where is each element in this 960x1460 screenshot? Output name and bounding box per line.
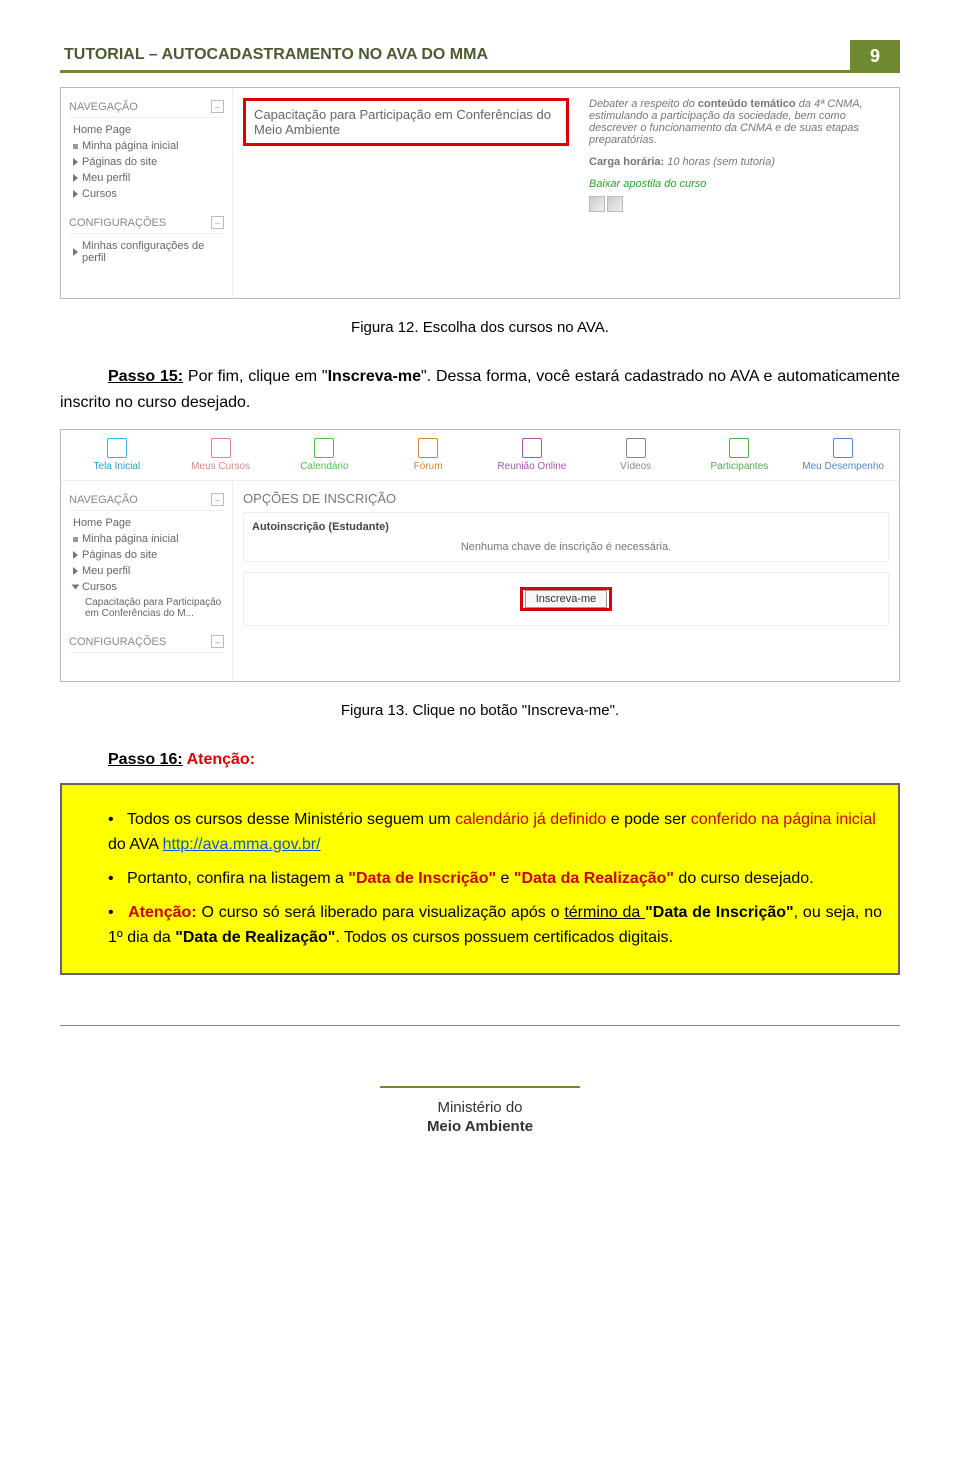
nav-item[interactable]: Meu perfil	[73, 563, 224, 579]
passo-16-label: Passo 16: Atenção:	[60, 747, 900, 773]
nav-item[interactable]: Cursos	[73, 579, 224, 595]
screenshot-2: Tela Inicial Meus Cursos Calendário Fóru…	[60, 429, 900, 682]
collapse-icon[interactable]: –	[211, 635, 224, 648]
no-key-text: Nenhuma chave de inscrição é necessária.	[252, 541, 880, 553]
nav-item[interactable]: Capacitação para Participação em Conferê…	[73, 595, 224, 621]
forum-icon	[418, 438, 438, 458]
nav-item[interactable]: Minhas configurações de perfil	[73, 238, 224, 266]
inscreva-me-button[interactable]: Inscreva-me	[525, 590, 608, 608]
nav-item[interactable]: Minha página inicial	[73, 531, 224, 547]
header-title: TUTORIAL – AUTOCADASTRAMENTO NO AVA DO M…	[60, 40, 850, 73]
nav-item[interactable]: Minha página inicial	[73, 138, 224, 154]
passo-15-text: Passo 15: Por fim, clique em "Inscreva-m…	[60, 364, 900, 415]
toolbar-item[interactable]: Participantes	[694, 438, 784, 472]
page-number: 9	[850, 40, 900, 73]
toolbar-item[interactable]: Meu Desempenho	[798, 438, 888, 472]
collapse-icon[interactable]: –	[211, 216, 224, 229]
toolbar: Tela Inicial Meus Cursos Calendário Fóru…	[61, 430, 899, 481]
ava-url-link[interactable]: http://ava.mma.gov.br/	[163, 836, 321, 853]
nav-item[interactable]: Home Page	[73, 515, 224, 531]
participants-icon	[729, 438, 749, 458]
collapse-icon[interactable]: –	[211, 100, 224, 113]
thumbnail-row	[589, 196, 889, 215]
nav-item[interactable]: Páginas do site	[73, 547, 224, 563]
autoinscription-title: Autoinscrição (Estudante)	[252, 521, 389, 533]
options-title: OPÇÕES DE INSCRIÇÃO	[243, 491, 889, 506]
screenshot-1: NAVEGAÇÃO – Home Page Minha página inici…	[60, 87, 900, 299]
conf-block-header: CONFIGURAÇÕES –	[69, 631, 224, 653]
stats-icon	[833, 438, 853, 458]
page-header: TUTORIAL – AUTOCADASTRAMENTO NO AVA DO M…	[60, 40, 900, 73]
toolbar-item[interactable]: Calendário	[279, 438, 369, 472]
laptop-icon	[211, 438, 231, 458]
nav-item[interactable]: Meu perfil	[73, 170, 224, 186]
footer-separator	[60, 1025, 900, 1026]
nav-block-header: NAVEGAÇÃO –	[69, 96, 224, 118]
inscreva-me-highlight: Inscreva-me	[520, 587, 613, 611]
attention-box: • Todos os cursos desse Ministério segue…	[60, 783, 900, 975]
nav-item[interactable]: Cursos	[73, 186, 224, 202]
course-title-highlight: Capacitação para Participação em Conferê…	[243, 98, 569, 146]
toolbar-item[interactable]: Tela Inicial	[72, 438, 162, 472]
figure-caption-12: Figura 12. Escolha dos cursos no AVA.	[60, 319, 900, 336]
download-link[interactable]: Baixar apostila do curso	[589, 178, 889, 190]
nav-item[interactable]: Páginas do site	[73, 154, 224, 170]
conf-block-header: CONFIGURAÇÕES –	[69, 212, 224, 234]
home-icon	[107, 438, 127, 458]
footer-ministry: Ministério doMeio Ambiente	[380, 1086, 580, 1137]
calendar-icon	[314, 438, 334, 458]
meeting-icon	[522, 438, 542, 458]
course-description: Debater a respeito do conteúdo temático …	[589, 98, 889, 146]
nav-block-header: NAVEGAÇÃO –	[69, 489, 224, 511]
toolbar-item[interactable]: Fórum	[383, 438, 473, 472]
course-workload: Carga horária: 10 horas (sem tutoria)	[589, 156, 889, 168]
video-icon	[626, 438, 646, 458]
toolbar-item[interactable]: Vídeos	[591, 438, 681, 472]
toolbar-item[interactable]: Meus Cursos	[176, 438, 266, 472]
nav-item[interactable]: Home Page	[73, 122, 224, 138]
toolbar-item[interactable]: Reunião Online	[487, 438, 577, 472]
nav-list: Home Page Minha página inicial Páginas d…	[73, 122, 224, 202]
figure-caption-13: Figura 13. Clique no botão "Inscreva-me"…	[60, 702, 900, 719]
collapse-icon[interactable]: –	[211, 493, 224, 506]
